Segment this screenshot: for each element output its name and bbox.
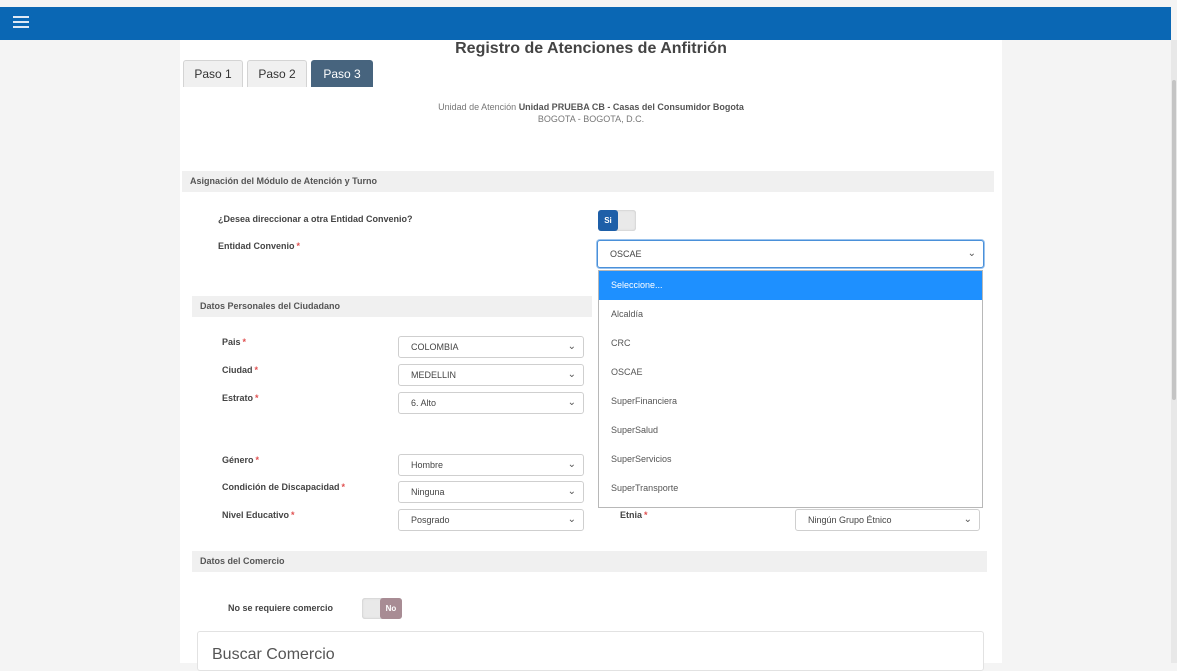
entidad-dropdown-list[interactable]: Seleccione... Alcaldía CRC OSCAE SuperFi… [598, 270, 983, 508]
estrato-select[interactable]: 6. Alto ⌄ [398, 392, 584, 414]
hamburger-menu-icon[interactable] [13, 16, 29, 28]
chevron-down-icon: ⌄ [567, 397, 576, 408]
entidad-select[interactable]: OSCAE ⌄ [597, 240, 984, 268]
entidad-label: Entidad Convenio * [218, 241, 301, 251]
unit-location: BOGOTA - BOGOTA, D.C. [537, 114, 645, 124]
chevron-down-icon: ⌄ [567, 486, 576, 497]
chevron-down-icon: ⌄ [567, 459, 576, 470]
unit-prefix: Unidad de Atención [438, 102, 517, 112]
pais-select[interactable]: COLOMBIA ⌄ [398, 336, 584, 358]
pais-label: Pais * [222, 337, 247, 347]
discapacidad-select[interactable]: Ninguna ⌄ [398, 481, 584, 503]
entidad-value: OSCAE [610, 249, 642, 259]
ciudad-select[interactable]: MEDELLIN ⌄ [398, 364, 584, 386]
dropdown-option[interactable]: Seleccione... [599, 271, 982, 300]
estrato-label: Estrato * [222, 393, 259, 403]
top-navbar [0, 7, 1171, 40]
section-datos-personales: Datos Personales del Ciudadano [192, 296, 592, 317]
unit-info: Unidad de Atención Unidad PRUEBA CB - Ca… [180, 102, 1002, 112]
page-title: Registro de Atenciones de Anfitrión [455, 40, 727, 57]
etnia-label: Etnia * [620, 510, 648, 520]
nivel-educativo-select[interactable]: Posgrado ⌄ [398, 509, 584, 531]
tab-paso-2[interactable]: Paso 2 [247, 60, 307, 87]
direccionar-label: ¿Desea direccionar a otra Entidad Conven… [218, 214, 413, 224]
genero-select[interactable]: Hombre ⌄ [398, 454, 584, 476]
toggle-no-knob: No [380, 598, 402, 619]
tab-paso-1[interactable]: Paso 1 [183, 60, 243, 87]
chevron-down-icon: ⌄ [567, 369, 576, 380]
discapacidad-label: Condición de Discapacidad * [222, 482, 346, 492]
buscar-comercio-title: Buscar Comercio [212, 646, 335, 663]
page-scrollbar[interactable] [1171, 40, 1177, 663]
dropdown-option[interactable]: SuperTransporte [599, 474, 982, 503]
chevron-down-icon: ⌄ [967, 248, 976, 259]
direccionar-toggle[interactable]: Si [598, 210, 636, 231]
ciudad-label: Ciudad * [222, 365, 259, 375]
dropdown-option[interactable]: SuperSalud [599, 416, 982, 445]
tab-paso-3[interactable]: Paso 3 [311, 60, 373, 87]
dropdown-option[interactable]: OSCAE [599, 358, 982, 387]
required-mark: * [296, 241, 301, 251]
chevron-down-icon: ⌄ [567, 341, 576, 352]
dropdown-option[interactable]: Alcaldía [599, 300, 982, 329]
no-requiere-comercio-toggle[interactable]: No [362, 598, 402, 619]
no-requiere-comercio-label: No se requiere comercio [228, 603, 334, 613]
section-datos-comercio: Datos del Comercio [192, 551, 987, 572]
dropdown-option[interactable]: CRC [599, 329, 982, 358]
nivel-educativo-label: Nivel Educativo * [222, 510, 295, 520]
etnia-select[interactable]: Ningún Grupo Étnico ⌄ [795, 509, 980, 531]
section-asignacion: Asignación del Módulo de Atención y Turn… [182, 171, 994, 192]
dropdown-option[interactable]: SuperServicios [599, 445, 982, 474]
chevron-down-icon: ⌄ [963, 514, 972, 525]
scrollbar-thumb[interactable] [1172, 80, 1176, 400]
toggle-yes-knob: Si [598, 210, 618, 231]
chevron-down-icon: ⌄ [567, 514, 576, 525]
genero-label: Género * [222, 455, 260, 465]
unit-name: Unidad PRUEBA CB - Casas del Consumidor … [518, 102, 744, 112]
dropdown-option[interactable]: SuperFinanciera [599, 387, 982, 416]
buscar-comercio-panel: Buscar Comercio [197, 631, 984, 671]
